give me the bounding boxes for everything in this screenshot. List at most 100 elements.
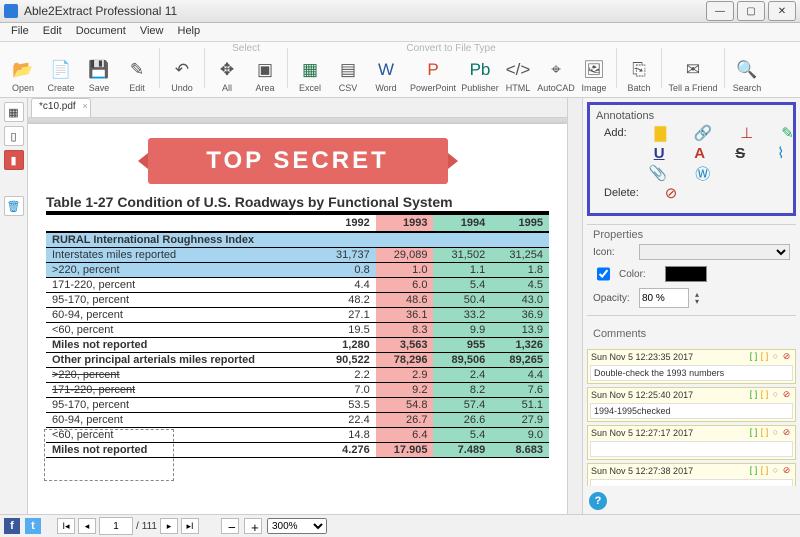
autocad-button[interactable]: ⌖AutoCAD bbox=[537, 44, 575, 95]
close-button[interactable]: ✕ bbox=[768, 1, 796, 21]
page-input[interactable] bbox=[99, 517, 133, 535]
bracket-orange-icon[interactable]: [ ] bbox=[759, 427, 770, 438]
circle-icon[interactable]: ○ bbox=[770, 389, 781, 400]
select-all-icon: ✥ bbox=[216, 59, 238, 81]
html-icon: </> bbox=[507, 59, 529, 81]
bracket-green-icon[interactable]: [ ] bbox=[748, 427, 759, 438]
single-page-button[interactable]: ▯ bbox=[4, 126, 24, 146]
delete-comment-icon[interactable]: ⊘ bbox=[781, 427, 792, 438]
table-header-row: 1992 1993 1994 1995 bbox=[46, 214, 549, 232]
html-button[interactable]: </>HTML bbox=[499, 44, 537, 95]
document-tab[interactable]: *c10.pdf × bbox=[31, 98, 91, 117]
comment-item[interactable]: Sun Nov 5 12:25:40 2017[ ][ ]○⊘1994-1995… bbox=[587, 387, 796, 422]
menu-file[interactable]: File bbox=[4, 23, 36, 41]
delete-comment-icon[interactable]: ⊘ bbox=[781, 389, 792, 400]
comment-item[interactable]: Sun Nov 5 12:23:35 2017[ ][ ]○⊘Double-ch… bbox=[587, 349, 796, 384]
annotations-panel: Annotations Add: ▇ 🔗 ⊥ ✎ U A S ⌇ 📎 Ⓦ bbox=[587, 102, 796, 216]
create-button[interactable]: 📄Create bbox=[42, 44, 80, 95]
selection-marquee[interactable] bbox=[44, 429, 174, 481]
thumbnails-button[interactable]: ▦ bbox=[4, 102, 24, 122]
menu-bar: File Edit Document View Help bbox=[0, 23, 800, 42]
menu-document[interactable]: Document bbox=[69, 23, 133, 41]
comment-body[interactable] bbox=[590, 441, 793, 457]
csv-button[interactable]: ▤CSV bbox=[329, 44, 367, 95]
link-icon[interactable]: 🔗 bbox=[694, 125, 712, 141]
circle-icon[interactable]: ○ bbox=[770, 427, 781, 438]
vertical-scrollbar[interactable] bbox=[567, 98, 582, 514]
batch-button[interactable]: ⎘Batch bbox=[620, 44, 658, 95]
strikethrough-icon[interactable]: S bbox=[734, 145, 747, 161]
bracket-orange-icon[interactable]: [ ] bbox=[759, 351, 770, 362]
top-secret-stamp[interactable]: TOP SECRET bbox=[148, 138, 448, 184]
circle-icon[interactable]: ○ bbox=[770, 465, 781, 476]
undo-button[interactable]: ↶Undo bbox=[163, 44, 201, 95]
color-swatch[interactable] bbox=[665, 266, 707, 282]
last-page-button[interactable]: ▸I bbox=[181, 518, 199, 534]
excel-button[interactable]: ▦Excel bbox=[291, 44, 329, 95]
facebook-icon[interactable]: f bbox=[4, 518, 20, 534]
word-button[interactable]: WWord bbox=[367, 44, 405, 95]
save-button[interactable]: 💾Save bbox=[80, 44, 118, 95]
minimize-button[interactable]: — bbox=[706, 1, 734, 21]
bracket-orange-icon[interactable]: [ ] bbox=[759, 389, 770, 400]
search-button[interactable]: 🔍Search bbox=[728, 44, 766, 95]
comment-body[interactable] bbox=[590, 479, 793, 486]
menu-edit[interactable]: Edit bbox=[36, 23, 69, 41]
delete-page-button[interactable]: 🗑 bbox=[4, 196, 24, 216]
menu-view[interactable]: View bbox=[133, 23, 171, 41]
properties-panel: Properties Icon: Color: Opacity:▴▾ bbox=[587, 224, 796, 316]
delete-annotation-icon[interactable]: ⊘ bbox=[662, 185, 680, 201]
image-button[interactable]: 🖼Image bbox=[575, 44, 613, 95]
bracket-orange-icon[interactable]: [ ] bbox=[759, 465, 770, 476]
comment-body[interactable]: 1994-1995checked bbox=[590, 403, 793, 419]
delete-comment-icon[interactable]: ⊘ bbox=[781, 351, 792, 362]
attachment-icon[interactable]: 📎 bbox=[649, 165, 667, 181]
powerpoint-button[interactable]: PPowerPoint bbox=[405, 44, 461, 95]
bracket-green-icon[interactable]: [ ] bbox=[748, 465, 759, 476]
bracket-green-icon[interactable]: [ ] bbox=[748, 351, 759, 362]
properties-title: Properties bbox=[593, 229, 790, 241]
delete-comment-icon[interactable]: ⊘ bbox=[781, 465, 792, 476]
prev-page-button[interactable]: ◂ bbox=[78, 518, 96, 534]
highlighter-icon[interactable]: ✎ bbox=[781, 125, 794, 141]
icon-select[interactable] bbox=[639, 244, 790, 260]
zoom-out-button[interactable]: − bbox=[221, 518, 239, 534]
document-viewport[interactable]: TOP SECRET Table 1-27 Condition of U.S. … bbox=[28, 118, 567, 514]
zoom-in-button[interactable]: + bbox=[244, 518, 262, 534]
caret-icon[interactable]: ⌇ bbox=[774, 145, 787, 161]
edit-button[interactable]: ✎Edit bbox=[118, 44, 156, 95]
help-icon[interactable]: ? bbox=[589, 492, 607, 510]
tell-friend-button[interactable]: ✉Tell a Friend bbox=[665, 44, 721, 95]
select-area-button[interactable]: ▣Area bbox=[246, 44, 284, 95]
share-icon: ✉ bbox=[682, 59, 704, 81]
comment-body[interactable]: Double-check the 1993 numbers bbox=[590, 365, 793, 381]
color-checkbox[interactable] bbox=[597, 266, 610, 282]
menu-help[interactable]: Help bbox=[171, 23, 208, 41]
watermark-icon[interactable]: Ⓦ bbox=[695, 165, 710, 181]
batch-icon: ⎘ bbox=[628, 59, 650, 81]
table-row: <60, percent19.58.39.913.9 bbox=[46, 323, 549, 338]
select-all-button[interactable]: ✥All bbox=[208, 44, 246, 95]
twitter-icon[interactable]: t bbox=[25, 518, 41, 534]
tab-close-icon[interactable]: × bbox=[82, 101, 87, 111]
comments-list: Sun Nov 5 12:23:35 2017[ ][ ]○⊘Double-ch… bbox=[587, 349, 796, 486]
zoom-select[interactable]: 300% bbox=[267, 518, 327, 534]
comment-item[interactable]: Sun Nov 5 12:27:38 2017[ ][ ]○⊘ bbox=[587, 463, 796, 486]
sticky-note-icon[interactable]: ▇ bbox=[655, 125, 667, 141]
stamp-icon[interactable]: ⊥ bbox=[740, 125, 753, 141]
bracket-green-icon[interactable]: [ ] bbox=[748, 389, 759, 400]
annotation-mode-button[interactable]: ▮ bbox=[4, 150, 24, 170]
first-page-button[interactable]: I◂ bbox=[57, 518, 75, 534]
toolbar: 📂Open 📄Create 💾Save ✎Edit ↶Undo Select ✥… bbox=[0, 42, 800, 98]
opacity-input[interactable] bbox=[639, 288, 689, 308]
comment-item[interactable]: Sun Nov 5 12:27:17 2017[ ][ ]○⊘ bbox=[587, 425, 796, 460]
maximize-button[interactable]: ▢ bbox=[737, 1, 765, 21]
underline-icon[interactable]: U bbox=[653, 145, 666, 161]
publisher-button[interactable]: PbPublisher bbox=[461, 44, 499, 95]
next-page-button[interactable]: ▸ bbox=[160, 518, 178, 534]
squiggly-icon[interactable]: A bbox=[693, 145, 706, 161]
pdf-page: TOP SECRET Table 1-27 Condition of U.S. … bbox=[28, 124, 567, 514]
circle-icon[interactable]: ○ bbox=[770, 351, 781, 362]
open-button[interactable]: 📂Open bbox=[4, 44, 42, 95]
stepper-icon[interactable]: ▴▾ bbox=[695, 291, 699, 305]
